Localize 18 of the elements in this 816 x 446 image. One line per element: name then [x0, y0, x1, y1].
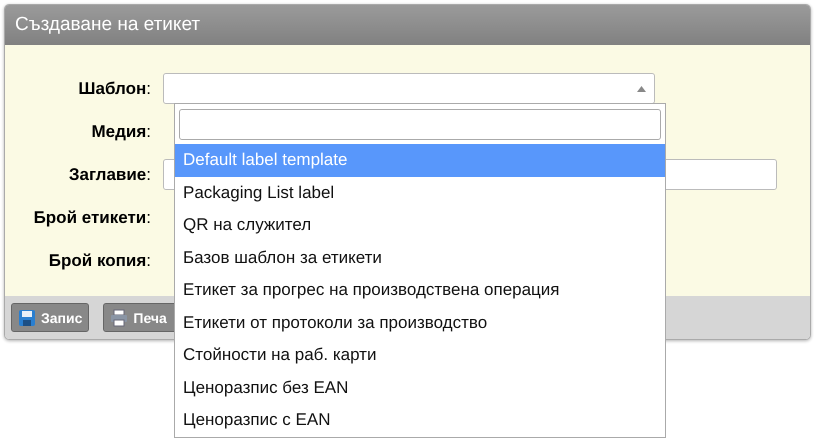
dropdown-option[interactable]: QR на служител [175, 209, 665, 242]
dropdown-option[interactable]: Базов шаблон за етикети [175, 242, 665, 274]
template-select[interactable] [163, 73, 655, 104]
field-label: Брой копия: [48, 250, 152, 270]
field-label: Шаблон: [77, 78, 152, 98]
printer-icon [110, 308, 128, 326]
toolbar-button[interactable]: Запис [11, 303, 90, 332]
dropdown-option[interactable]: Ценоразпис без EAN [175, 372, 665, 404]
floppy-icon [18, 308, 36, 326]
field-label: Медия: [90, 122, 152, 142]
dropdown-option[interactable]: Стойности на раб. карти [175, 339, 665, 372]
dialog-title: Създаване на етикет [15, 14, 200, 36]
caret-icon [637, 86, 646, 92]
field-label: Брой етикети: [32, 208, 152, 228]
dropdown-option[interactable]: Packaging List label [175, 176, 665, 209]
field-label: Заглавие: [68, 164, 152, 184]
dropdown-option[interactable]: Ценоразпис с EAN [175, 404, 665, 436]
search-field[interactable] [179, 109, 661, 140]
